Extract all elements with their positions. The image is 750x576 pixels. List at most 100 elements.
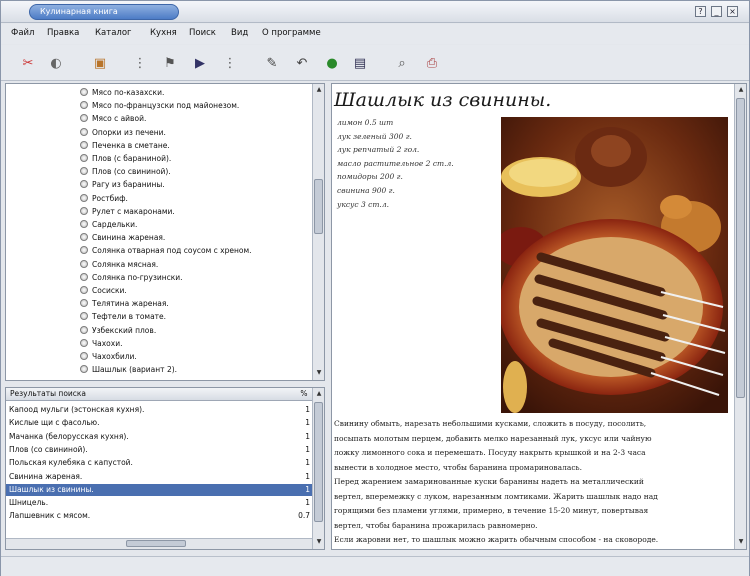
result-row[interactable]: Свинина жареная. 1 — [6, 471, 312, 483]
tree-item[interactable]: Опорки из печени. — [80, 127, 166, 137]
result-pct: 0.7 — [298, 511, 310, 521]
tree-item-label: Телятина жареная. — [92, 299, 169, 309]
tree-item[interactable]: Чахохи. — [80, 338, 122, 348]
tree-item[interactable]: Тефтели в томате. — [80, 312, 166, 321]
tree-item[interactable]: Рулет с макаронами. — [80, 206, 175, 216]
recipe-body-line: Свинину обмыть, нарезать небольшими куск… — [334, 419, 647, 428]
menu-view[interactable]: Вид — [231, 28, 248, 38]
menu-cuisine[interactable]: Кухня — [150, 28, 177, 38]
results-pct-header[interactable]: % — [296, 388, 312, 401]
app-window: Кулинарная книга ? _ × Файл Правка Катал… — [0, 0, 750, 576]
result-name: Свинина жареная. — [9, 471, 83, 481]
flag-icon[interactable]: ⚑ — [161, 54, 179, 72]
recipe-scroll-thumb[interactable] — [736, 98, 745, 398]
eraser-icon[interactable]: ◐ — [47, 54, 65, 72]
tree-scroll-thumb[interactable] — [314, 179, 323, 234]
undo-icon[interactable]: ↶ — [293, 54, 311, 72]
result-row[interactable]: Кислые щи с фасолью. 1 — [6, 417, 312, 429]
result-name: Мачанка (белорусская кухня). — [9, 431, 129, 441]
tree-item-label: Печенка в сметане. — [92, 140, 170, 150]
tree-item-label: Солянка по-грузински. — [92, 272, 183, 282]
edit-icon[interactable]: ✎ — [263, 54, 281, 72]
tree-item[interactable]: Узбекский плов. — [80, 325, 157, 335]
result-row[interactable]: Мачанка (белорусская кухня). 1 — [6, 431, 312, 443]
tree-item[interactable]: Плов (со свининой). — [80, 167, 171, 176]
play-icon[interactable]: ▶ — [191, 54, 209, 72]
tree-item[interactable]: Мясо по-казахски. — [80, 88, 164, 97]
tree-item-label: Ростбиф. — [92, 193, 128, 203]
tree-item[interactable]: Рагу из баранины. — [80, 180, 165, 189]
recipe-title: Шашлык из свинины. — [334, 89, 552, 111]
print-icon[interactable]: ⎙ — [423, 54, 441, 72]
tree-item[interactable]: Солянка отварная под соусом с хреном. — [80, 246, 252, 255]
tree-item[interactable]: Свинина жареная. — [80, 233, 165, 242]
recipe-bullet-icon — [80, 101, 88, 110]
menu-catalog[interactable]: Каталог — [95, 28, 132, 38]
recipe-bullet-icon — [80, 154, 88, 162]
result-name: Капоод мульги (эстонская кухня). — [9, 405, 145, 414]
tree-item-label: Мясо по-французски под майонезом. — [92, 101, 240, 111]
search-icon[interactable]: ⌕ — [393, 54, 411, 72]
bookmark-icon[interactable]: ⋮ — [131, 54, 149, 72]
tree-scrollbar[interactable]: ▲ ▼ — [312, 84, 324, 380]
bookmark-2-icon[interactable]: ⋮ — [221, 54, 239, 72]
minimize-icon[interactable]: _ — [711, 6, 722, 17]
tree-item[interactable]: Мясо по-французски под майонезом. — [80, 101, 239, 110]
results-header[interactable]: Результаты поиска — [6, 388, 296, 401]
tree-item[interactable]: Плов (с бараниной). — [80, 154, 171, 163]
scroll-down-icon[interactable]: ▼ — [314, 368, 324, 378]
result-pct: 1 — [305, 458, 310, 468]
result-pct: 1 — [305, 431, 310, 441]
results-scroll-thumb[interactable] — [314, 402, 323, 522]
result-row[interactable]: Шашлык из свинины. 1 — [6, 483, 312, 496]
tree-item[interactable]: Сосиски. — [80, 286, 127, 295]
menu-search[interactable]: Поиск — [189, 28, 216, 38]
scroll-up-icon[interactable]: ▲ — [314, 85, 324, 95]
cut-icon[interactable]: ✂ — [19, 54, 37, 72]
result-pct: 1 — [305, 484, 310, 494]
result-row[interactable]: Лапшевник с мясом. 0.7 — [6, 510, 312, 522]
results-scrollbar[interactable]: ▲ ▼ — [312, 388, 324, 549]
recipe-bullet-icon — [80, 259, 88, 268]
recipe-bullet-icon — [80, 352, 88, 360]
recipe-bullet-icon — [80, 206, 88, 215]
recipe-body-line: горящими без пламени углями, примерно, в… — [334, 506, 649, 515]
results-hscrollbar[interactable] — [6, 538, 312, 549]
toolbar: ✂ ◐ ▣ ⋮ ⚑ ▶ ⋮ ✎ ↶ ● ▤ ⌕ ⎙ — [1, 45, 749, 81]
tree-item[interactable]: Печенка в сметане. — [80, 140, 170, 150]
tree-item[interactable]: Сардельки. — [80, 220, 137, 229]
help-icon[interactable]: ? — [695, 6, 706, 17]
recipe-bullet-icon — [80, 193, 88, 202]
globe-icon[interactable]: ● — [323, 54, 341, 72]
scroll-down-icon[interactable]: ▼ — [314, 537, 324, 547]
tree-item-label: Узбекский плов. — [92, 325, 157, 335]
tree-item[interactable]: Солянка по-грузински. — [80, 272, 183, 282]
close-icon[interactable]: × — [727, 6, 738, 17]
result-row[interactable]: Капоод мульги (эстонская кухня). 1 — [6, 404, 312, 416]
scroll-up-icon[interactable]: ▲ — [736, 85, 746, 95]
scroll-up-icon[interactable]: ▲ — [314, 389, 324, 399]
menu-file[interactable]: Файл — [11, 28, 34, 38]
result-row[interactable]: Шницель. 1 — [6, 497, 312, 509]
menu-edit[interactable]: Правка — [47, 28, 79, 38]
menu-about[interactable]: О программе — [262, 28, 321, 38]
window-title: Кулинарная книга — [29, 4, 179, 20]
tree-item[interactable]: Чахохбили. — [80, 352, 137, 361]
recipe-bullet-icon — [80, 88, 88, 96]
scroll-down-icon[interactable]: ▼ — [736, 537, 746, 547]
recipe-bullet-icon — [80, 114, 88, 123]
recipe-scrollbar[interactable]: ▲ ▼ — [734, 84, 746, 549]
tree-item[interactable]: Мясо с айвой. — [80, 114, 146, 123]
result-row[interactable]: Польская кулебяка с капустой. 1 — [6, 457, 312, 469]
paint-icon[interactable]: ▤ — [351, 54, 369, 72]
tree-item[interactable]: Телятина жареная. — [80, 299, 169, 308]
ingredient-line: уксус 3 ст.л. — [337, 199, 389, 209]
recipe-bullet-icon — [80, 325, 88, 334]
book-icon[interactable]: ▣ — [91, 54, 109, 72]
tree-item[interactable]: Шашлык (вариант 2). — [80, 365, 177, 374]
result-row[interactable]: Плов (со свининой). 1 — [6, 444, 312, 456]
recipe-tree: Мясо по-казахски. Мясо по-французски под … — [5, 83, 325, 381]
tree-item[interactable]: Солянка мясная. — [80, 259, 158, 269]
tree-item[interactable]: Ростбиф. — [80, 193, 128, 203]
results-hscroll-thumb[interactable] — [126, 540, 186, 547]
